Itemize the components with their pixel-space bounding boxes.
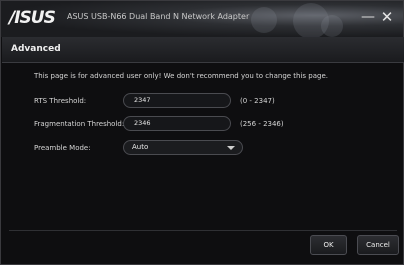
- advanced-warning-text: This page is for advanced user only! We …: [34, 72, 329, 80]
- chevron-down-icon[interactable]: [227, 146, 235, 150]
- title-bar[interactable]: /ISUS ASUS USB-N66 Dual Band N Network A…: [1, 1, 403, 37]
- fragmentation-threshold-label: Fragmentation Threshold:: [34, 120, 125, 128]
- rts-threshold-input[interactable]: 2347: [123, 93, 231, 108]
- section-header: Advanced: [2, 37, 404, 63]
- page-title: Advanced: [11, 44, 61, 54]
- rts-threshold-range: (0 - 2347): [240, 97, 275, 105]
- footer-divider: [9, 230, 397, 231]
- ok-button[interactable]: OK: [310, 235, 347, 255]
- decorative-bubble: [251, 7, 277, 33]
- adapter-window: /ISUS ASUS USB-N66 Dual Band N Network A…: [0, 0, 404, 265]
- fragmentation-threshold-range: (256 - 2346): [240, 120, 284, 128]
- rts-threshold-label: RTS Threshold:: [34, 97, 87, 105]
- preamble-mode-select[interactable]: Auto: [123, 140, 243, 155]
- fragmentation-threshold-input[interactable]: 2346: [123, 116, 231, 131]
- decorative-bubble: [321, 15, 343, 37]
- minimize-icon[interactable]: —: [361, 10, 375, 24]
- preamble-mode-label: Preamble Mode:: [34, 144, 91, 152]
- asus-logo: /ISUS: [9, 8, 56, 28]
- window-title: ASUS USB-N66 Dual Band N Network Adapter: [67, 12, 250, 21]
- close-icon[interactable]: ✕: [380, 10, 394, 25]
- cancel-button[interactable]: Cancel: [357, 235, 399, 255]
